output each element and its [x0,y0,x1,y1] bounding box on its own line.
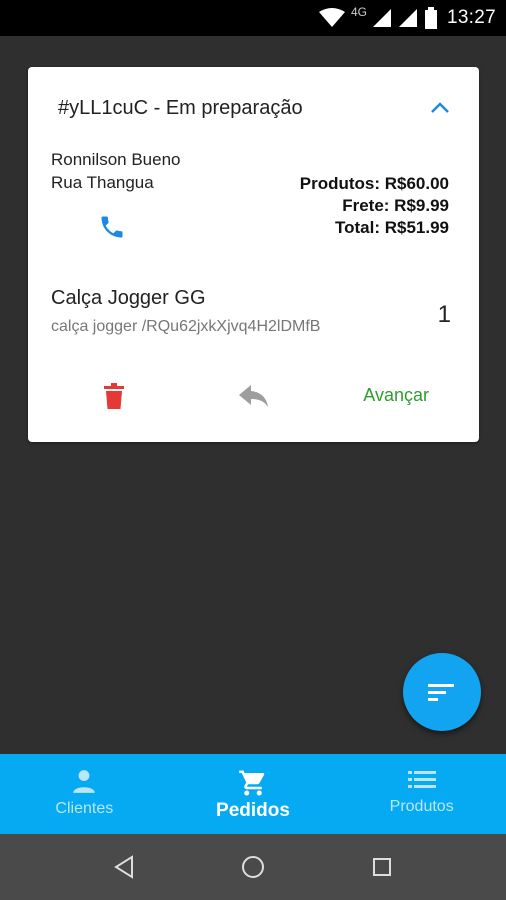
nav-pedidos[interactable]: Pedidos [169,754,338,834]
nav-clientes-label: Clientes [55,800,114,817]
back-triangle-icon [114,855,134,879]
collapse-button[interactable] [429,99,451,117]
recents-button[interactable] [362,847,402,887]
order-totals: Produtos: R$60.00 Frete: R$9.99 Total: R… [300,173,449,239]
call-button[interactable] [98,213,126,241]
bottom-navigation: Clientes Pedidos Produtos [0,754,506,834]
filter-fab[interactable] [403,653,481,731]
network-type: 4G [350,5,367,19]
order-total: Total: R$51.99 [334,218,449,237]
home-circle-icon [241,856,264,878]
nav-pedidos-label: Pedidos [216,800,290,821]
customer-name: Ronnilson Bueno [51,150,181,169]
wifi-icon [318,8,345,28]
recents-square-icon [372,858,391,876]
battery-icon [424,7,437,29]
cart-icon [239,770,265,796]
products-total: Produtos: R$60.00 [299,174,449,193]
trash-icon [104,383,124,409]
nav-produtos-label: Produtos [389,798,454,815]
customer-address: Rua Thangua [51,173,154,192]
system-nav-bar [0,834,506,900]
chevron-up-icon [431,102,449,113]
reply-icon [239,385,268,407]
advance-button[interactable]: Avançar [363,385,429,406]
list-icon [407,771,436,788]
clock: 13:27 [446,7,496,28]
shipping-cost: Frete: R$9.99 [342,196,449,215]
nav-produtos[interactable]: Produtos [337,754,506,834]
order-card: #yLL1cuC - Em preparação Ronnilson Bueno… [28,67,479,442]
delete-button[interactable] [102,383,126,409]
status-bar: 4G 13:27 [0,0,506,36]
item-description: calça jogger /RQu62jxkXjvq4H2lDMfB [51,318,321,335]
nav-clientes[interactable]: Clientes [0,754,169,834]
item-name: Calça Jogger GG [51,287,206,309]
item-quantity: 1 [437,301,451,328]
home-button[interactable] [233,847,273,887]
signal-icon [372,9,391,27]
sort-icon [428,684,454,701]
person-icon [73,770,96,793]
back-status-button[interactable] [239,385,269,409]
back-button[interactable] [104,847,144,887]
order-title: #yLL1cuC - Em preparação [58,97,303,119]
phone-icon [101,216,123,238]
signal-icon-2 [398,9,417,27]
